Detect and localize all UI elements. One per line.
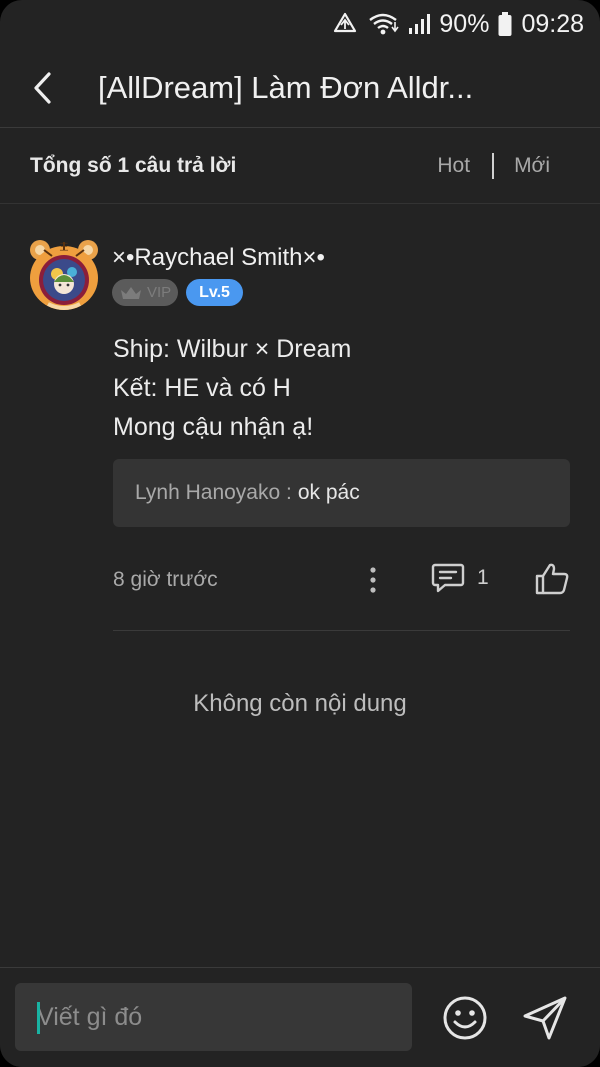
app-screen: 90% 09:28 [AllDream] Làm Đơn Alldr... Tổ…: [0, 0, 600, 1067]
more-vertical-icon: [370, 567, 376, 593]
comment-composer: [0, 967, 600, 1067]
sort-options: Hot Mới: [437, 152, 550, 179]
reply-count: 1: [477, 566, 489, 589]
top-app-bar: [AllDream] Làm Đơn Alldr...: [0, 48, 600, 128]
battery-percent: 90%: [439, 9, 490, 38]
reply-author: Lynh Hanoyako :: [135, 481, 292, 504]
sort-hot-tab[interactable]: Hot: [437, 154, 470, 178]
comment-meta: 8 giờ trước 1: [113, 562, 570, 598]
comment-time: 8 giờ trước: [113, 568, 218, 591]
comment-line: Ship: Wilbur × Dream: [113, 335, 352, 363]
smiley-icon: [443, 996, 487, 1040]
send-icon: [523, 996, 567, 1040]
avatar[interactable]: 王: [26, 236, 102, 312]
status-bar: 90% 09:28: [0, 0, 600, 48]
data-saver-icon: [331, 11, 359, 37]
vip-badge: VIP: [112, 279, 178, 306]
back-button[interactable]: [0, 48, 84, 128]
user-badges: VIP Lv.5: [112, 279, 243, 306]
answers-summary: Tổng số 1 câu trả lời Hot Mới: [0, 128, 600, 204]
reply-text: ok pác: [297, 481, 360, 504]
more-options-button[interactable]: [361, 562, 385, 598]
svg-text:王: 王: [59, 242, 68, 253]
comment-icon: [431, 563, 465, 593]
text-caret: [37, 1002, 40, 1034]
comment-line: Mong cậu nhận ạ!: [113, 413, 314, 441]
comment-body: Ship: Wilbur × Dream Kết: HE và có H Mon…: [113, 330, 351, 447]
chevron-left-icon: [34, 71, 51, 104]
emoji-button[interactable]: [441, 994, 489, 1047]
thumbs-up-icon: [535, 563, 569, 595]
wifi-icon: [367, 11, 400, 37]
comment-divider: [113, 630, 570, 631]
sort-new-tab[interactable]: Mới: [514, 154, 550, 178]
crown-icon: [121, 286, 141, 299]
reply-preview[interactable]: Lynh Hanoyako : ok pác: [113, 459, 570, 527]
level-badge: Lv.5: [186, 279, 243, 306]
sort-divider: [492, 152, 495, 179]
send-button[interactable]: [521, 994, 569, 1047]
user-name[interactable]: ×•Raychael Smith×•: [112, 244, 325, 272]
comment-line: Kết: HE và có H: [113, 374, 291, 402]
vip-label: VIP: [147, 284, 172, 301]
signal-icon: [407, 12, 431, 36]
reply-button[interactable]: 1: [431, 562, 489, 594]
answer-count: Tổng số 1 câu trả lời: [30, 153, 237, 177]
end-of-list-label: Không còn nội dung: [193, 690, 407, 717]
like-button[interactable]: [534, 562, 570, 601]
battery-icon: [497, 11, 513, 37]
page-title: [AllDream] Làm Đơn Alldr...: [98, 69, 474, 105]
comment-input[interactable]: [15, 983, 412, 1051]
clock: 09:28: [521, 9, 584, 38]
